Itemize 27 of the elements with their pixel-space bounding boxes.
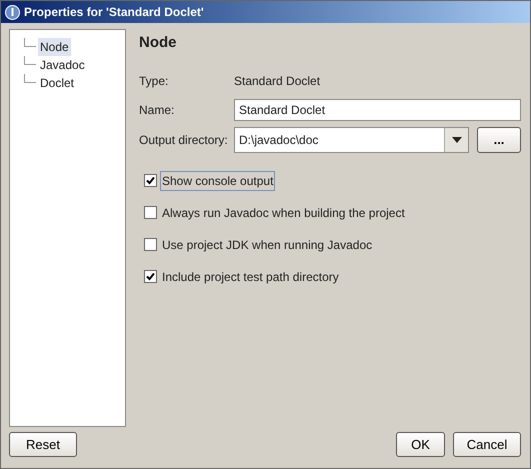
checkbox[interactable] [144,270,157,283]
output-directory-combo[interactable]: D:\javadoc\doc [234,126,469,152]
tree-item[interactable]: Node [38,38,71,56]
name-field[interactable]: Standard Doclet [234,98,521,120]
checkbox[interactable] [144,206,157,219]
name-label: Name: [139,102,176,118]
tree-item[interactable]: Doclet [38,74,76,92]
checkbox[interactable] [144,238,157,251]
window-title: Properties for 'Standard Doclet' [24,4,204,21]
checkbox-label[interactable]: Always run Javadoc when building the project [160,202,407,222]
type-label: Type: [139,72,170,90]
checkmark-icon [146,176,155,185]
tree-item[interactable]: Javadoc [38,56,87,74]
checkbox[interactable] [144,174,157,187]
browse-button[interactable]: ... [477,126,521,152]
checkbox-label[interactable]: Include project test path directory [160,266,341,286]
checkbox-label[interactable]: Use project JDK when running Javadoc [160,234,374,254]
page-heading: Node [139,33,178,53]
checkmark-icon [146,272,155,281]
dropdown-caret-icon [452,136,462,142]
output-label: Output directory: [139,132,229,148]
ok-button[interactable]: OK [396,432,445,457]
checkbox-label[interactable]: Show console output [160,170,276,190]
reset-button[interactable]: Reset [9,432,77,457]
cancel-button[interactable]: Cancel [453,432,521,457]
type-value: Standard Doclet [234,72,320,90]
app-icon [5,4,20,20]
